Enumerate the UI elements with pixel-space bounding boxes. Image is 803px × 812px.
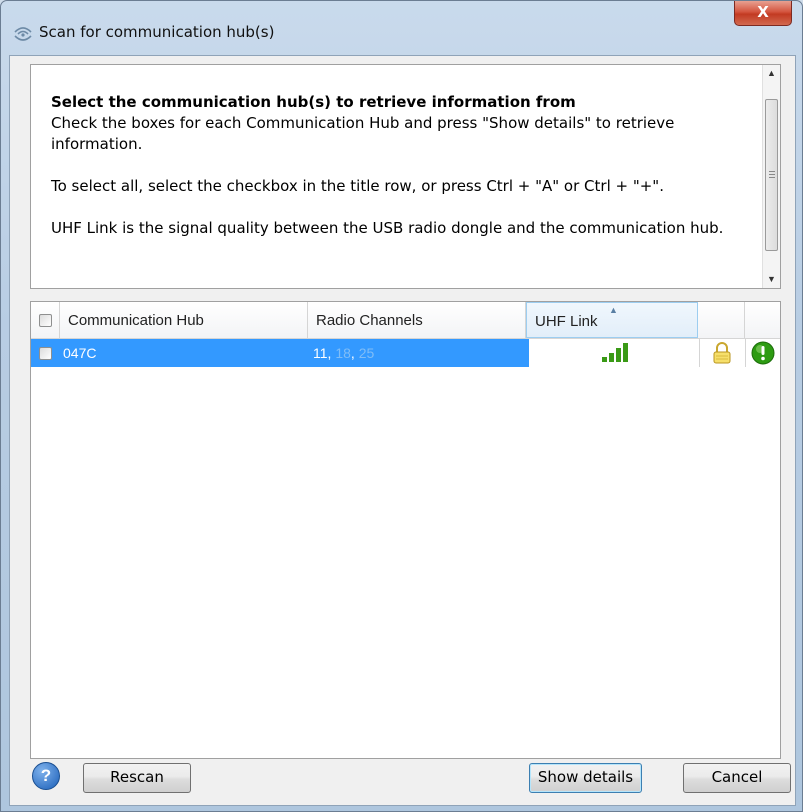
signal-strength-icon: [602, 343, 628, 362]
lock-icon: [713, 342, 731, 364]
channels-cell: 11, 18, 25: [313, 345, 375, 361]
column-header-status: [745, 302, 780, 338]
scrollbar-thumb[interactable]: [765, 99, 778, 251]
column-header-uhf-label: UHF Link: [535, 313, 598, 330]
channel-active: 11: [313, 345, 328, 361]
cancel-button[interactable]: Cancel: [683, 763, 791, 793]
column-header-channels-label: Radio Channels: [316, 312, 423, 329]
window-title: Scan for communication hub(s): [39, 23, 275, 41]
column-header-hub[interactable]: Communication Hub: [60, 302, 308, 338]
instructions-text: Select the communication hub(s) to retri…: [51, 92, 751, 239]
dialog-client-area: Select the communication hub(s) to retri…: [9, 55, 796, 806]
instructions-line-select-all: To select all, select the checkbox in th…: [51, 177, 664, 195]
instructions-line-select: Check the boxes for each Communication H…: [51, 114, 675, 153]
close-button[interactable]: X: [734, 1, 792, 26]
channel-inactive: 18: [335, 345, 351, 361]
help-icon[interactable]: ?: [32, 762, 60, 790]
scroll-down-icon[interactable]: ▼: [763, 271, 780, 288]
column-header-uhf-link[interactable]: ▲ UHF Link: [526, 302, 698, 338]
instructions-line-uhf: UHF Link is the signal quality between t…: [51, 219, 724, 237]
column-header-lock: [699, 302, 745, 338]
instructions-panel: Select the communication hub(s) to retri…: [30, 64, 781, 289]
column-header-hub-label: Communication Hub: [68, 312, 204, 329]
hub-grid: Communication Hub Radio Channels ▲ UHF L…: [30, 301, 781, 759]
column-header-channels[interactable]: Radio Channels: [308, 302, 526, 338]
hub-id-cell: 047C: [63, 345, 97, 361]
instructions-heading: Select the communication hub(s) to retri…: [51, 93, 576, 111]
sort-ascending-icon: ▲: [609, 305, 618, 315]
status-ok-icon: [751, 341, 775, 365]
channel-inactive: 25: [358, 345, 375, 361]
select-all-column: [31, 302, 60, 338]
scan-dialog: Scan for communication hub(s) X Select t…: [0, 0, 803, 812]
wireless-signal-icon: [14, 27, 32, 41]
rescan-button[interactable]: Rescan: [83, 763, 191, 793]
row-selection-highlight: [31, 339, 529, 367]
grid-header-row: Communication Hub Radio Channels ▲ UHF L…: [31, 302, 780, 339]
table-row[interactable]: 047C 11, 18, 25: [31, 339, 780, 367]
show-details-button[interactable]: Show details: [529, 763, 642, 793]
instructions-scrollbar[interactable]: ▲ ▼: [762, 65, 780, 288]
select-all-checkbox[interactable]: [39, 314, 52, 327]
row-checkbox[interactable]: [39, 347, 52, 360]
title-bar[interactable]: Scan for communication hub(s) X: [1, 1, 802, 61]
scroll-up-icon[interactable]: ▲: [763, 65, 780, 82]
